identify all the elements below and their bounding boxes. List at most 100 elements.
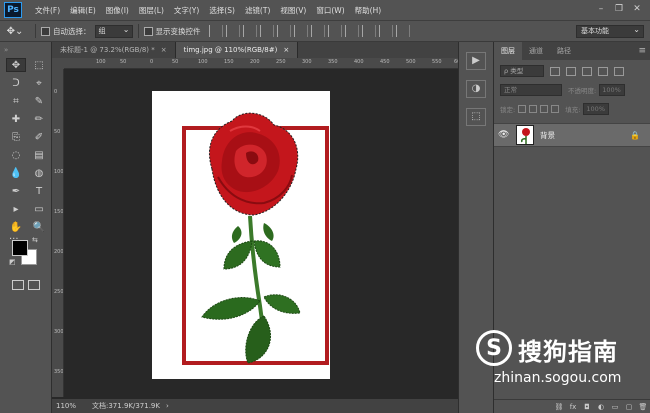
menu-help[interactable]: 帮助(H) (350, 5, 387, 16)
distribute-vcenter-icon[interactable] (327, 25, 342, 37)
distribute-hcenter-icon[interactable] (378, 25, 393, 37)
layer-filter-dropdown[interactable]: ρ 类型 (500, 65, 544, 77)
pen-tool-icon[interactable]: ✒ (6, 184, 26, 198)
align-left-icon[interactable] (259, 25, 274, 37)
path-selection-tool-icon[interactable]: ▸ (6, 202, 26, 216)
panel-menu-icon[interactable]: ≡ (638, 42, 646, 60)
menu-select[interactable]: 选择(S) (204, 5, 240, 16)
ruler-tick: 100 (198, 59, 208, 65)
lock-pixels-icon[interactable] (529, 105, 538, 113)
adjustments-icon[interactable]: ◑ (466, 80, 486, 98)
rose-image (201, 112, 301, 364)
marquee-tool-icon[interactable]: ⬚ (29, 58, 49, 72)
distribute-right-icon[interactable] (395, 25, 410, 37)
opacity-input[interactable]: 100% (599, 84, 626, 96)
menu-layer[interactable]: 图层(L) (134, 5, 169, 16)
image-canvas[interactable] (152, 91, 330, 379)
lock-transparent-icon[interactable] (518, 105, 527, 113)
zoom-level[interactable]: 110% (52, 399, 92, 413)
crop-tool-icon[interactable]: ⌗ (6, 94, 26, 108)
tab-paths[interactable]: 路径 (550, 42, 578, 60)
menu-filter[interactable]: 滤镜(T) (240, 5, 275, 16)
layer-name[interactable]: 背景 (540, 130, 555, 141)
dodge-tool-icon[interactable]: ◍ (29, 166, 49, 180)
menu-window[interactable]: 窗口(W) (311, 5, 349, 16)
menu-view[interactable]: 视图(V) (275, 5, 311, 16)
lock-all-icon[interactable] (551, 105, 560, 113)
visibility-eye-icon[interactable]: 👁 (498, 130, 512, 140)
distribute-bottom-icon[interactable] (344, 25, 359, 37)
align-right-icon[interactable] (293, 25, 308, 37)
eraser-tool-icon[interactable]: ◌ (6, 148, 26, 162)
distribute-top-icon[interactable] (310, 25, 325, 37)
menu-file[interactable]: 文件(F) (30, 5, 65, 16)
filter-pixel-icon[interactable] (550, 66, 560, 76)
checkbox-icon[interactable] (143, 26, 153, 36)
type-tool-icon[interactable]: T (29, 184, 49, 198)
move-tool-preset-icon[interactable]: ✥⌄ (0, 26, 30, 37)
distribute-left-icon[interactable] (361, 25, 376, 37)
status-menu-arrow[interactable]: › (166, 399, 169, 413)
vertical-ruler: 0 50 100 150 200 250 300 350 (52, 69, 64, 397)
sogou-watermark: S 搜狗指南 zhinan.sogou.com (476, 328, 646, 408)
menu-type[interactable]: 文字(Y) (169, 5, 204, 16)
filter-adjustment-icon[interactable] (566, 66, 576, 76)
align-hcenter-icon[interactable] (276, 25, 291, 37)
hand-tool-icon[interactable]: ✋ (6, 220, 26, 234)
history-brush-tool-icon[interactable]: ✐ (29, 130, 49, 144)
fill-label: 填充: (565, 106, 581, 114)
default-colors-icon[interactable]: ◩ (9, 258, 16, 266)
filter-smart-object-icon[interactable] (614, 66, 624, 76)
filter-type-icon[interactable] (582, 66, 592, 76)
tab-timg[interactable]: timg.jpg @ 110%(RGB/8#) × (175, 42, 299, 58)
restore-button[interactable]: ❐ (610, 2, 628, 17)
close-button[interactable]: ✕ (628, 2, 646, 17)
eyedropper-tool-icon[interactable]: ✎ (29, 94, 49, 108)
collapse-icon[interactable]: » (4, 46, 8, 54)
tab-untitled[interactable]: 未标题-1 @ 73.2%(RGB/8) * × (52, 42, 176, 58)
menu-image[interactable]: 图像(I) (101, 5, 134, 16)
panel-tabs: 图层 通道 路径 ≡ (494, 42, 650, 60)
move-tool-icon[interactable]: ✥ (6, 58, 26, 72)
shape-tool-icon[interactable]: ▭ (29, 202, 49, 216)
close-icon[interactable]: × (161, 42, 167, 58)
minimize-button[interactable]: – (592, 2, 610, 17)
layer-row-background[interactable]: 👁 背景 🔒 (494, 123, 650, 147)
lasso-tool-icon[interactable]: ᑐ (6, 76, 26, 90)
ruler-tick: 50 (172, 59, 179, 65)
healing-brush-tool-icon[interactable]: ✚ (6, 112, 26, 126)
zoom-tool-icon[interactable]: 🔍 (29, 220, 49, 234)
blur-tool-icon[interactable]: 💧 (6, 166, 26, 180)
ruler-tick: 350 (328, 59, 338, 65)
swap-colors-icon[interactable]: ⇆ (32, 236, 38, 244)
ruler-tick: 300 (54, 329, 64, 335)
screen-mode-icon[interactable] (28, 280, 40, 290)
actions-icon[interactable]: ▶ (466, 52, 486, 70)
properties-icon[interactable]: ⬚ (466, 108, 486, 126)
auto-select-checkbox[interactable]: 自动选择： (41, 26, 91, 37)
align-vcenter-icon[interactable] (225, 25, 240, 37)
lock-position-icon[interactable] (540, 105, 549, 113)
checkbox-icon[interactable] (41, 26, 50, 36)
fill-input[interactable]: 100% (583, 103, 610, 115)
quick-mask-icon[interactable] (12, 280, 24, 290)
color-swatches: ⇆ ◩ (9, 236, 42, 270)
auto-select-dropdown[interactable]: 组 (94, 24, 133, 38)
ruler-tick: 0 (54, 89, 58, 95)
foreground-color-swatch[interactable] (12, 240, 28, 256)
magic-wand-tool-icon[interactable]: ⌖ (29, 76, 49, 90)
show-transform-label: 显示变换控件 (155, 26, 201, 36)
blend-mode-dropdown[interactable]: 正常 (500, 84, 562, 96)
gradient-tool-icon[interactable]: ▤ (29, 148, 49, 162)
brush-tool-icon[interactable]: ✏ (29, 112, 49, 126)
tab-channels[interactable]: 通道 (522, 42, 550, 60)
close-icon[interactable]: × (283, 42, 289, 58)
show-transform-checkbox[interactable]: 显示变换控件 (143, 26, 201, 37)
menu-edit[interactable]: 编辑(E) (65, 5, 101, 16)
workspace-dropdown[interactable]: 基本功能 (576, 24, 644, 38)
align-top-icon[interactable] (208, 25, 223, 37)
clone-stamp-tool-icon[interactable]: ⎘ (6, 130, 26, 144)
align-bottom-icon[interactable] (242, 25, 257, 37)
tab-layers[interactable]: 图层 (494, 42, 522, 60)
filter-shape-icon[interactable] (598, 66, 608, 76)
